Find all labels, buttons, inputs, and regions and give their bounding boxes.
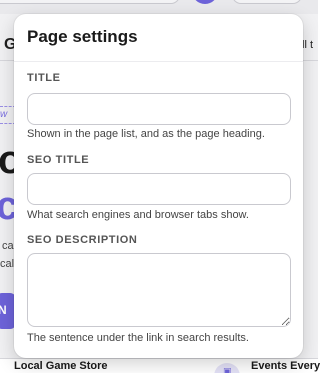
title-help: Shown in the page list, and as the page …: [27, 128, 265, 140]
popover-header: Page settings: [14, 14, 303, 62]
seo-description-help: The sentence under the link in search re…: [27, 332, 249, 344]
seo-title-label: SEO TITLE: [27, 154, 90, 166]
popover-title: Page settings: [27, 27, 138, 46]
card-title-events[interactable]: Events Every: [251, 360, 320, 372]
seo-description-label: SEO DESCRIPTION: [27, 234, 138, 246]
title-label: TITLE: [27, 72, 61, 84]
hero-subtext-line-1: ca: [2, 240, 14, 252]
card-title-local-game-store[interactable]: Local Game Store: [14, 360, 108, 372]
top-bar-button[interactable]: [232, 0, 302, 4]
view-all-link-fragment[interactable]: ll t: [302, 39, 313, 51]
seo-title-input[interactable]: [27, 173, 291, 205]
badge-text-fragment: w: [0, 109, 8, 120]
seo-description-textarea[interactable]: [27, 253, 291, 327]
hero-subtext-line-2: cal: [0, 258, 15, 270]
seo-title-help: What search engines and browser tabs sho…: [27, 209, 249, 221]
calendar-glyph: ▣: [223, 366, 232, 373]
title-input[interactable]: [27, 93, 291, 125]
cta-label-fragment: N: [0, 303, 7, 317]
search-bar[interactable]: [0, 0, 180, 4]
page-settings-popover: Page settings TITLE Shown in the page li…: [14, 14, 303, 358]
